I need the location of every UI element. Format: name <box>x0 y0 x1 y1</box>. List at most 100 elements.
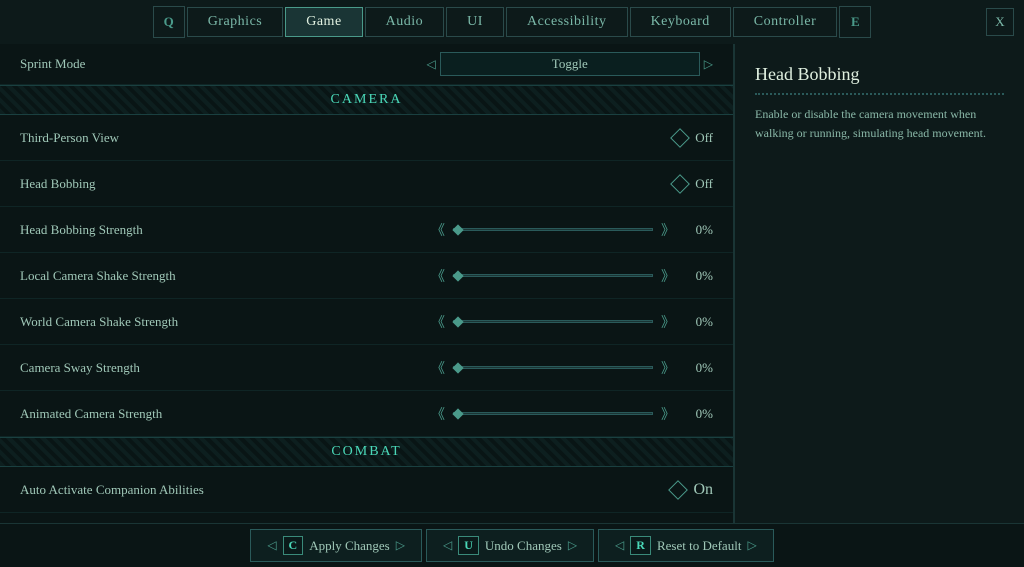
camera-sway-label: Camera Sway Strength <box>20 360 300 376</box>
top-navigation: Q Graphics Game Audio UI Accessibility K… <box>0 0 1024 44</box>
tab-ui[interactable]: UI <box>446 7 504 37</box>
sprint-toggle[interactable]: ◁ Toggle ▷ <box>427 52 713 76</box>
local-camera-shake-slider[interactable]: 《 》 0% <box>431 266 713 286</box>
tab-game[interactable]: Game <box>285 7 362 37</box>
camera-sway-slider[interactable]: 《 》 0% <box>431 358 713 378</box>
undo-key: U <box>458 536 479 555</box>
reset-default-label: Reset to Default <box>657 538 741 554</box>
world-camera-shake-control[interactable]: 《 》 0% <box>300 312 713 332</box>
slider-left-arrow-icon[interactable]: 《 <box>431 312 445 332</box>
local-camera-shake-control[interactable]: 《 》 0% <box>300 266 713 286</box>
sprint-mode-label: Sprint Mode <box>20 56 300 72</box>
tab-accessibility[interactable]: Accessibility <box>506 7 628 37</box>
head-bobbing-toggle[interactable]: Off <box>673 176 713 192</box>
world-camera-shake-label: World Camera Shake Strength <box>20 314 300 330</box>
third-person-view-row: Third-Person View Off <box>0 115 733 161</box>
local-camera-shake-row: Local Camera Shake Strength 《 》 0% <box>0 253 733 299</box>
tab-keyboard[interactable]: Keyboard <box>630 7 731 37</box>
camera-sway-control[interactable]: 《 》 0% <box>300 358 713 378</box>
head-bobbing-label: Head Bobbing <box>20 176 300 192</box>
sprint-arrow-right[interactable]: ▷ <box>704 57 713 72</box>
auto-activate-toggle[interactable]: On <box>671 481 713 499</box>
info-panel-title: Head Bobbing <box>755 64 1004 95</box>
animated-camera-label: Animated Camera Strength <box>20 406 300 422</box>
auto-activate-companion-row: Auto Activate Companion Abilities On <box>0 467 733 513</box>
apply-changes-label: Apply Changes <box>309 538 390 554</box>
tab-graphics[interactable]: Graphics <box>187 7 284 37</box>
world-camera-shake-row: World Camera Shake Strength 《 》 0% <box>0 299 733 345</box>
slider-track[interactable] <box>453 228 653 231</box>
animated-camera-value: 0% <box>683 406 713 422</box>
reset-default-button[interactable]: ◁ R Reset to Default ▷ <box>598 529 774 562</box>
apply-key: C <box>283 536 304 555</box>
combat-section-title: Combat <box>10 444 723 460</box>
undo-left-chevron-icon: ◁ <box>443 538 452 553</box>
world-camera-shake-slider[interactable]: 《 》 0% <box>431 312 713 332</box>
camera-section-divider: Camera <box>0 85 733 115</box>
combat-section-divider: Combat <box>0 437 733 467</box>
tab-controller[interactable]: Controller <box>733 7 838 37</box>
slider-left-arrow-icon[interactable]: 《 <box>431 358 445 378</box>
slider-thumb[interactable] <box>452 316 463 327</box>
third-person-view-label: Third-Person View <box>20 130 300 146</box>
slider-track[interactable] <box>453 320 653 323</box>
main-layout: Sprint Mode ◁ Toggle ▷ Camera Third-Pers… <box>0 44 1024 523</box>
sprint-arrow-left[interactable]: ◁ <box>427 57 436 72</box>
slider-right-arrow-icon[interactable]: 》 <box>661 266 675 286</box>
head-bobbing-strength-value: 0% <box>683 222 713 238</box>
animated-camera-slider[interactable]: 《 》 0% <box>431 404 713 424</box>
third-person-toggle[interactable]: Off <box>673 130 713 146</box>
head-bobbing-strength-control[interactable]: 《 》 0% <box>300 220 713 240</box>
settings-panel: Sprint Mode ◁ Toggle ▷ Camera Third-Pers… <box>0 44 734 523</box>
slider-right-arrow-icon[interactable]: 》 <box>661 312 675 332</box>
third-person-view-control[interactable]: Off <box>300 130 713 146</box>
camera-sway-row: Camera Sway Strength 《 》 0% <box>0 345 733 391</box>
head-bobbing-strength-slider[interactable]: 《 》 0% <box>431 220 713 240</box>
bottom-bar: ◁ C Apply Changes ▷ ◁ U Undo Changes ▷ ◁… <box>0 523 1024 567</box>
auto-activate-value: On <box>693 481 713 499</box>
slider-thumb[interactable] <box>452 270 463 281</box>
sprint-mode-control: ◁ Toggle ▷ <box>300 52 713 76</box>
slider-track[interactable] <box>453 366 653 369</box>
reset-left-chevron-icon: ◁ <box>615 538 624 553</box>
head-bobbing-control[interactable]: Off <box>300 176 713 192</box>
head-bobbing-row: Head Bobbing Off <box>0 161 733 207</box>
sprint-value: Toggle <box>440 52 700 76</box>
info-panel: Head Bobbing Enable or disable the camer… <box>734 44 1024 523</box>
slider-right-arrow-icon[interactable]: 》 <box>661 220 675 240</box>
third-person-diamond-icon <box>670 128 690 148</box>
local-camera-shake-value: 0% <box>683 268 713 284</box>
tab-audio[interactable]: Audio <box>365 7 445 37</box>
slider-right-arrow-icon[interactable]: 》 <box>661 404 675 424</box>
slider-thumb[interactable] <box>452 224 463 235</box>
nav-corner-left[interactable]: Q <box>153 6 185 38</box>
slider-left-arrow-icon[interactable]: 《 <box>431 404 445 424</box>
close-button[interactable]: X <box>986 8 1014 36</box>
auto-activate-companion-label: Auto Activate Companion Abilities <box>20 482 300 498</box>
slider-thumb[interactable] <box>452 408 463 419</box>
info-panel-description: Enable or disable the camera movement wh… <box>755 105 1004 143</box>
sprint-mode-row: Sprint Mode ◁ Toggle ▷ <box>0 44 733 85</box>
slider-left-arrow-icon[interactable]: 《 <box>431 266 445 286</box>
slider-left-arrow-icon[interactable]: 《 <box>431 220 445 240</box>
auto-activate-companion-control[interactable]: On <box>300 481 713 499</box>
camera-sway-value: 0% <box>683 360 713 376</box>
auto-activate-diamond-icon <box>669 480 689 500</box>
head-bobbing-diamond-icon <box>670 174 690 194</box>
third-person-value: Off <box>695 130 713 146</box>
undo-changes-button[interactable]: ◁ U Undo Changes ▷ <box>426 529 594 562</box>
reset-key: R <box>630 536 651 555</box>
animated-camera-row: Animated Camera Strength 《 》 0% <box>0 391 733 437</box>
animated-camera-control[interactable]: 《 》 0% <box>300 404 713 424</box>
head-bobbing-strength-row: Head Bobbing Strength 《 》 0% <box>0 207 733 253</box>
slider-track[interactable] <box>453 274 653 277</box>
nav-corner-right[interactable]: E <box>839 6 871 38</box>
head-bobbing-value: Off <box>695 176 713 192</box>
slider-thumb[interactable] <box>452 362 463 373</box>
slider-track[interactable] <box>453 412 653 415</box>
slider-right-arrow-icon[interactable]: 》 <box>661 358 675 378</box>
camera-section-title: Camera <box>10 92 723 108</box>
local-camera-shake-label: Local Camera Shake Strength <box>20 268 300 284</box>
apply-changes-button[interactable]: ◁ C Apply Changes ▷ <box>250 529 422 562</box>
apply-right-chevron-icon: ▷ <box>396 538 405 553</box>
